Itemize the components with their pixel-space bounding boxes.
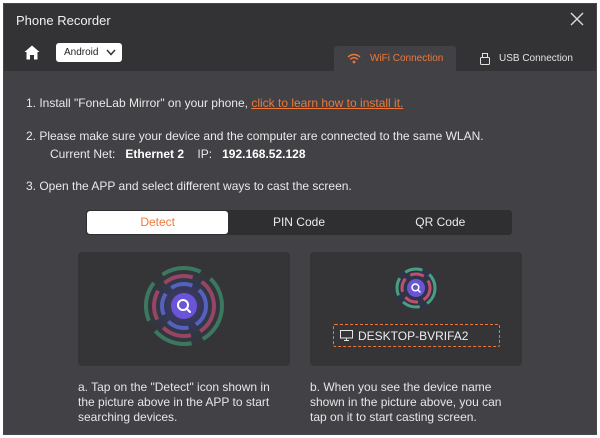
wifi-connection-panel: 1. Install "FoneLab Mirror" on your phon…	[4, 71, 596, 434]
os-select-dropdown[interactable]: Android	[56, 43, 122, 62]
ip-label: IP:	[197, 147, 213, 161]
install-guide-link[interactable]: click to learn how to install it.	[251, 96, 403, 110]
chevron-down-icon	[106, 49, 116, 56]
tab-wifi-connection[interactable]: WiFi Connection	[334, 46, 456, 71]
tab-pin-code[interactable]: PIN Code	[228, 211, 369, 234]
step-3: 3. Open the APP and select different way…	[26, 179, 352, 193]
tab-usb-label: USB Connection	[499, 53, 573, 64]
os-select-value: Android	[64, 47, 99, 58]
device-radar-icon	[394, 266, 438, 310]
ip-value: 192.168.52.128	[222, 147, 306, 161]
cast-method-tabs: Detect PIN Code QR Code	[86, 210, 512, 235]
tab-usb-connection[interactable]: USB Connection	[478, 46, 596, 71]
step-1: 1. Install "FoneLab Mirror" on your phon…	[26, 96, 403, 110]
net-value: Ethernet 2	[125, 147, 185, 161]
step-2: 2. Please make sure your device and the …	[26, 129, 484, 143]
device-name: DESKTOP-BVRIFA2	[358, 328, 469, 343]
wifi-icon	[347, 53, 361, 64]
toolbar: Android WiFi Connection USB Connection	[4, 35, 596, 71]
device-preview-card	[310, 252, 522, 366]
detect-preview-card	[78, 252, 290, 366]
detected-device-item[interactable]: DESKTOP-BVRIFA2	[333, 324, 500, 347]
monitor-icon	[340, 330, 353, 341]
tab-wifi-label: WiFi Connection	[370, 53, 444, 64]
step-1-text: 1. Install "FoneLab Mirror" on your phon…	[26, 96, 252, 110]
net-label: Current Net:	[50, 147, 116, 161]
detect-instruction: a. Tap on the "Detect" icon shown in the…	[78, 380, 270, 424]
title-bar: Phone Recorder	[4, 4, 596, 35]
window-title: Phone Recorder	[16, 13, 111, 28]
tab-qr-code[interactable]: QR Code	[370, 211, 511, 234]
network-info: Current Net: Ethernet 2 IP: 192.168.52.1…	[50, 147, 306, 161]
detect-radar-icon	[140, 262, 228, 350]
usb-icon	[480, 52, 490, 65]
close-icon[interactable]	[570, 12, 584, 26]
home-icon[interactable]	[24, 45, 40, 60]
tab-detect[interactable]: Detect	[87, 211, 229, 234]
phone-recorder-window: Phone Recorder Android WiFi Connection U…	[3, 3, 597, 435]
device-instruction: b. When you see the device name shown in…	[310, 380, 502, 424]
